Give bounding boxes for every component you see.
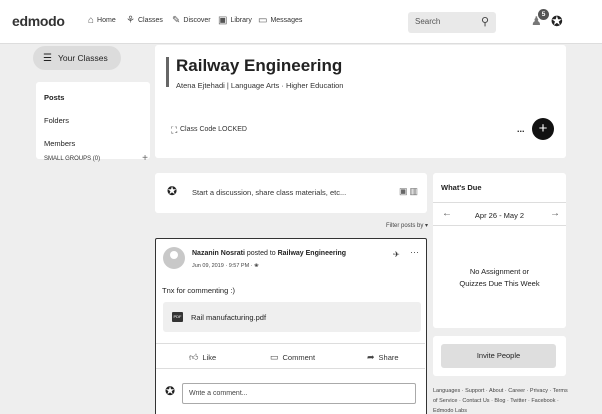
invite-card: Invite People [433, 336, 566, 376]
small-groups-section: SMALL GROUPS (0) + [44, 154, 148, 164]
discover-icon: ✎ [172, 15, 181, 26]
share-button[interactable]: ➦ Share [367, 352, 399, 363]
your-classes-button[interactable]: ☰ Your Classes [33, 46, 121, 70]
like-button[interactable]: 👍︎ Like [189, 352, 216, 363]
user-avatar-icon[interactable]: ✪ [551, 13, 563, 30]
post-group-link[interactable]: Railway Engineering [278, 250, 346, 257]
post-timestamp: Jun 09, 2019 · 9:57 PM · ❀ [192, 263, 259, 269]
comment-button[interactable]: ▭ Comment [270, 352, 315, 363]
comment-icon: ▭ [270, 352, 279, 362]
like-label: Like [202, 353, 217, 362]
share-label: Share [378, 353, 399, 362]
share-icon: ➦ [367, 352, 375, 362]
library-icon: ▣ [218, 15, 228, 26]
small-groups-label: SMALL GROUPS (0) [44, 156, 101, 162]
nav-home-label: Home [97, 17, 116, 24]
nav-discover[interactable]: ✎ Discover [172, 15, 211, 26]
attachment[interactable]: PDF Rail manufacturing.pdf [163, 302, 421, 332]
nav-messages[interactable]: ▭ Messages [258, 15, 302, 26]
sidebar-item-members[interactable]: Members [36, 132, 150, 155]
top-navigation-bar: edmodo ⌂ Home ⚘ Classes ✎ Discover ▣ Lib… [0, 0, 602, 44]
next-week-icon[interactable]: → [550, 208, 560, 219]
attach-icons[interactable]: ▣▥ [399, 186, 420, 197]
pdf-file-icon: PDF [172, 312, 183, 322]
messages-icon: ▭ [258, 15, 268, 26]
attachment-name[interactable]: Rail manufacturing.pdf [191, 313, 266, 322]
filter-posts-dropdown[interactable]: Filter posts by ▾ [386, 222, 428, 229]
whats-due-card: What's Due ← Apr 26 - May 2 → No Assignm… [433, 173, 566, 328]
invite-people-button[interactable]: Invite People [441, 344, 556, 368]
edmodo-logo[interactable]: edmodo [12, 13, 65, 29]
search-icon[interactable]: ⚲ [481, 15, 489, 28]
thumbs-up-icon: 👍︎ [189, 352, 199, 362]
menu-icon: ☰ [43, 52, 52, 64]
class-header-card: Railway Engineering Atena Ejtehadi | Lan… [155, 45, 566, 158]
post-date-text: Jun 09, 2019 · 9:57 PM · [192, 263, 253, 269]
post-posted-to: posted to [244, 250, 278, 257]
post-composer[interactable]: ✪ Start a discussion, share class materi… [155, 173, 427, 213]
nav-home[interactable]: ⌂ Home [88, 15, 116, 26]
whats-due-title: What's Due [441, 183, 482, 192]
nav-library-label: Library [230, 17, 252, 24]
title-accent-bar [166, 57, 169, 87]
nav-classes-label: Classes [137, 17, 163, 24]
post-author-name[interactable]: Nazanin Nosrati [192, 250, 245, 257]
add-button[interactable]: + [532, 118, 554, 140]
composer-placeholder[interactable]: Start a discussion, share class material… [192, 188, 346, 197]
comment-label: Comment [282, 353, 316, 362]
no-assignments-message: No Assignment or Quizzes Due This Week [443, 266, 556, 290]
search-placeholder: Search [415, 17, 441, 26]
post-card: Nazanin Nosrati posted to Railway Engine… [155, 238, 427, 414]
home-icon: ⌂ [88, 15, 95, 26]
post-more-button[interactable]: ··· [410, 247, 419, 257]
add-small-group-button[interactable]: + [142, 154, 148, 164]
sidebar-item-posts[interactable]: Posts [36, 86, 150, 109]
your-classes-label: Your Classes [57, 53, 108, 63]
post-body: Tnx for commenting :) [162, 286, 235, 295]
due-date-range: Apr 26 - May 2 [474, 211, 525, 220]
search-input[interactable]: Search ⚲ [408, 12, 496, 33]
footer-links[interactable]: Languages · Support · About · Career · P… [433, 386, 573, 414]
no-assignments-line-1: No Assignment or [469, 267, 530, 276]
notification-badge: 5 [538, 9, 549, 20]
classes-icon: ⚘ [126, 15, 135, 26]
nav-messages-label: Messages [270, 17, 303, 24]
nav-library[interactable]: ▣ Library [218, 15, 252, 26]
no-assignments-line-2: Quizzes Due This Week [459, 279, 540, 288]
post-author-line: Nazanin Nosrati posted to Railway Engine… [192, 250, 346, 257]
group-visibility-icon: ❀ [254, 263, 259, 269]
class-sidebar: Posts Folders Members [36, 82, 150, 159]
post-actions: 👍︎ Like ▭ Comment ➦ Share [156, 343, 425, 369]
pin-icon[interactable]: ✈ [393, 250, 400, 259]
sidebar-item-folders[interactable]: Folders [36, 109, 150, 132]
post-author-avatar[interactable] [163, 247, 185, 269]
comment-input[interactable] [182, 383, 416, 404]
class-code-label[interactable]: Class Code LOCKED [180, 126, 247, 133]
nav-classes[interactable]: ⚘ Classes [126, 15, 163, 26]
composer-avatar-icon: ✪ [167, 184, 178, 198]
page-title: Railway Engineering [176, 56, 343, 75]
comment-avatar-icon: ✪ [165, 384, 176, 398]
class-subtitle: Atena Ejtehadi | Language Arts · Higher … [176, 81, 344, 90]
class-code-icon: ⛶ [171, 125, 178, 135]
nav-discover-label: Discover [183, 17, 211, 24]
due-date-navigator: ← Apr 26 - May 2 → [433, 202, 566, 226]
class-more-button[interactable]: ... [517, 124, 525, 134]
